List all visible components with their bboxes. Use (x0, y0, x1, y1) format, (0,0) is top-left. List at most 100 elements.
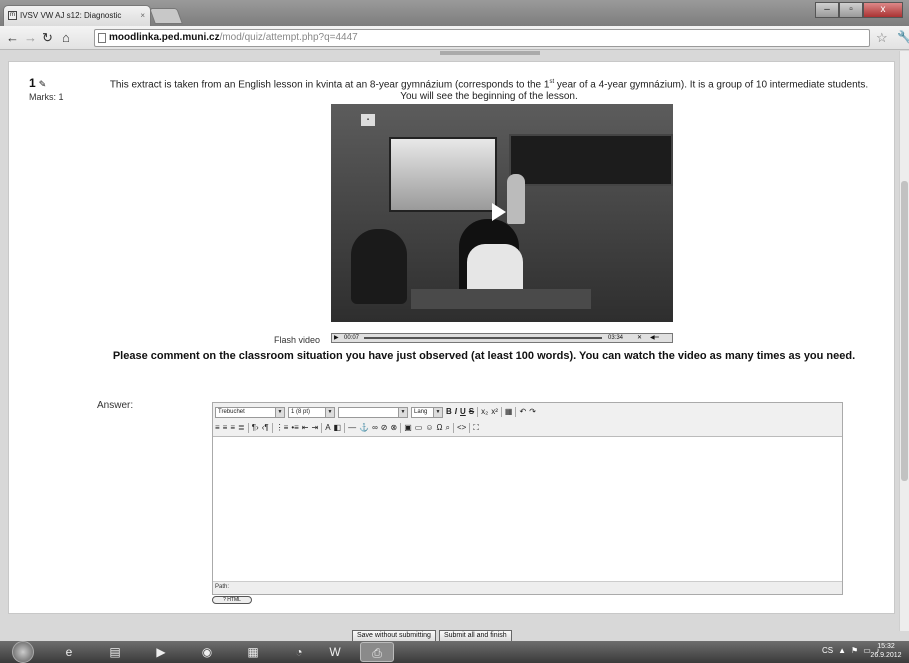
page-header-remnant (440, 51, 540, 55)
html-editor: Trebuchet ▼ 1 (8 pt) ▼ ▼ Lang ▼ B I U S x₂ … (212, 402, 843, 595)
windows-taskbar: e ▤ ▶ ◉ ▦ ◔ W ⎙ CS ▲ ⚑ ▭ ♪ 15:32 26.9.20… (0, 641, 909, 663)
toolbar-divider (515, 407, 517, 417)
word-icon[interactable]: W (318, 642, 352, 662)
tab-close-icon[interactable]: × (140, 6, 145, 25)
anchor-icon[interactable]: ⚓ (359, 423, 369, 433)
vertical-scrollbar[interactable] (899, 51, 909, 631)
nolink-icon[interactable]: ⊗ (390, 423, 397, 433)
video-blackboard (509, 134, 673, 186)
fullscreen-editor-icon[interactable]: ⛶ (473, 423, 479, 433)
search-replace-icon[interactable]: ⌕ (445, 423, 449, 433)
indent-icon[interactable]: ⇥ (312, 423, 319, 433)
wrench-menu-icon[interactable]: 🔧 (897, 30, 909, 44)
play-pause-icon[interactable]: ▶ (334, 334, 339, 342)
internet-explorer-icon[interactable]: e (52, 642, 86, 662)
insert-table-icon[interactable]: ▭ (415, 423, 423, 433)
background-color-icon[interactable]: ◧ (334, 423, 342, 433)
browser-tab[interactable]: m IVSV VW AJ s12: Diagnostic × (3, 5, 151, 26)
scrollbar-thumb[interactable] (901, 181, 908, 481)
toolbar-divider (400, 423, 402, 433)
forward-arrow-icon[interactable]: → (24, 29, 37, 47)
video-student (351, 229, 407, 304)
chrome-icon[interactable]: ◉ (190, 642, 224, 662)
video-label: Flash video (274, 335, 321, 345)
unlink-icon[interactable]: ⊘ (381, 423, 388, 433)
editor-toolbar: Trebuchet ▼ 1 (8 pt) ▼ ▼ Lang ▼ B I U S x₂ … (213, 403, 842, 437)
strikethrough-icon[interactable]: S (469, 407, 474, 417)
text-color-icon[interactable]: A (325, 423, 330, 433)
video-desk (411, 289, 591, 309)
video-current-time: 00:07 (344, 335, 360, 341)
align-center-icon[interactable]: ≡ (223, 423, 228, 433)
back-arrow-icon[interactable]: ← (6, 29, 19, 47)
redo-icon[interactable]: ↷ (529, 407, 536, 417)
page-icon (98, 33, 106, 43)
browser-titlebar: m IVSV VW AJ s12: Diagnostic × – ▫ x (0, 0, 909, 26)
video-teacher (507, 174, 525, 224)
bullet-list-icon[interactable]: •≡ (291, 423, 298, 433)
toolbar-divider (452, 423, 454, 433)
smiley-icon[interactable]: ☺ (425, 423, 433, 433)
file-explorer-icon[interactable]: ▤ (98, 642, 132, 662)
rtl-icon[interactable]: ‹¶ (262, 423, 269, 433)
address-bar[interactable]: moodlinka.ped.muni.cz/mod/quiz/attempt.p… (94, 29, 870, 47)
maximize-button[interactable]: ▫ (839, 2, 863, 18)
numbered-list-icon[interactable]: ⋮≡ (276, 423, 289, 433)
flag-tray-icon[interactable]: ⚑ (851, 646, 858, 655)
home-icon[interactable]: ⌂ (62, 29, 70, 47)
html-source-icon[interactable]: <> (457, 423, 466, 433)
superscript-icon[interactable]: x² (491, 407, 498, 417)
answer-label: Answer: (97, 400, 134, 411)
font-family-select[interactable]: Trebuchet ▼ (215, 406, 285, 418)
new-tab-button[interactable] (149, 8, 183, 24)
close-window-button[interactable]: x (863, 2, 903, 18)
tray-arrow-icon[interactable]: ▲ (838, 646, 846, 655)
outdent-icon[interactable]: ⇤ (302, 423, 309, 433)
flag-icon[interactable]: ✎ (39, 79, 47, 89)
underline-icon[interactable]: U (460, 407, 466, 417)
question-marks: Marks: 1 (29, 92, 64, 102)
browser-toolbar: ← → ↻ ⌂ moodlinka.ped.muni.cz/mod/quiz/a… (0, 26, 909, 50)
page-viewport: 1 ✎ Marks: 1 This extract is taken from a… (0, 51, 909, 631)
align-justify-icon[interactable]: ≣ (238, 423, 245, 433)
paragraph-style-select[interactable]: ▼ (338, 406, 408, 418)
media-player-icon[interactable]: ▶ (144, 642, 178, 662)
horizontal-rule-icon[interactable]: — (348, 423, 356, 433)
font-size-select[interactable]: 1 (8 pt) ▼ (288, 406, 335, 418)
html-help-badge[interactable]: ? HTML (212, 596, 252, 604)
special-char-icon[interactable]: Ω (436, 423, 442, 433)
bookmark-star-icon[interactable]: ☆ (876, 30, 888, 46)
system-clock[interactable]: 15:32 26.9.2012 (866, 642, 906, 660)
undo-icon[interactable]: ↶ (519, 407, 526, 417)
italic-icon[interactable]: I (455, 407, 457, 417)
link-icon[interactable]: ∞ (372, 423, 378, 433)
align-left-icon[interactable]: ≡ (215, 423, 220, 433)
app-icon[interactable]: ▦ (236, 642, 270, 662)
tab-title: IVSV VW AJ s12: Diagnostic (20, 11, 122, 20)
toolbar-divider (477, 407, 479, 417)
language-select[interactable]: Lang ▼ (411, 406, 443, 418)
minimize-button[interactable]: – (815, 2, 839, 18)
play-icon[interactable] (492, 203, 506, 221)
clean-html-icon[interactable]: ▦ (505, 407, 513, 417)
question-intro: This extract is taken from an English le… (109, 79, 869, 103)
reload-icon[interactable]: ↻ (42, 29, 53, 47)
fullscreen-icon[interactable]: ✕ (637, 334, 642, 342)
language-indicator[interactable]: CS (822, 646, 833, 655)
toolbar-divider (271, 423, 273, 433)
video-player[interactable]: ▪ (331, 104, 673, 322)
toolbar-divider (247, 423, 249, 433)
active-browser-taskbar-item[interactable]: ⎙ (360, 642, 394, 662)
align-right-icon[interactable]: ≡ (230, 423, 235, 433)
volume-icon[interactable]: ◀═ (650, 334, 659, 342)
start-button[interactable] (12, 641, 34, 663)
bold-icon[interactable]: B (446, 407, 452, 417)
subscript-icon[interactable]: x₂ (481, 407, 488, 417)
toolbar-divider (344, 423, 346, 433)
answer-textarea[interactable] (213, 438, 842, 576)
url-host: moodlinka.ped.muni.cz (109, 32, 220, 43)
ltr-icon[interactable]: ¶› (252, 423, 259, 433)
app-icon[interactable]: ◔ (282, 642, 316, 662)
video-seek-bar[interactable] (364, 337, 602, 339)
insert-image-icon[interactable]: ▣ (404, 423, 412, 433)
